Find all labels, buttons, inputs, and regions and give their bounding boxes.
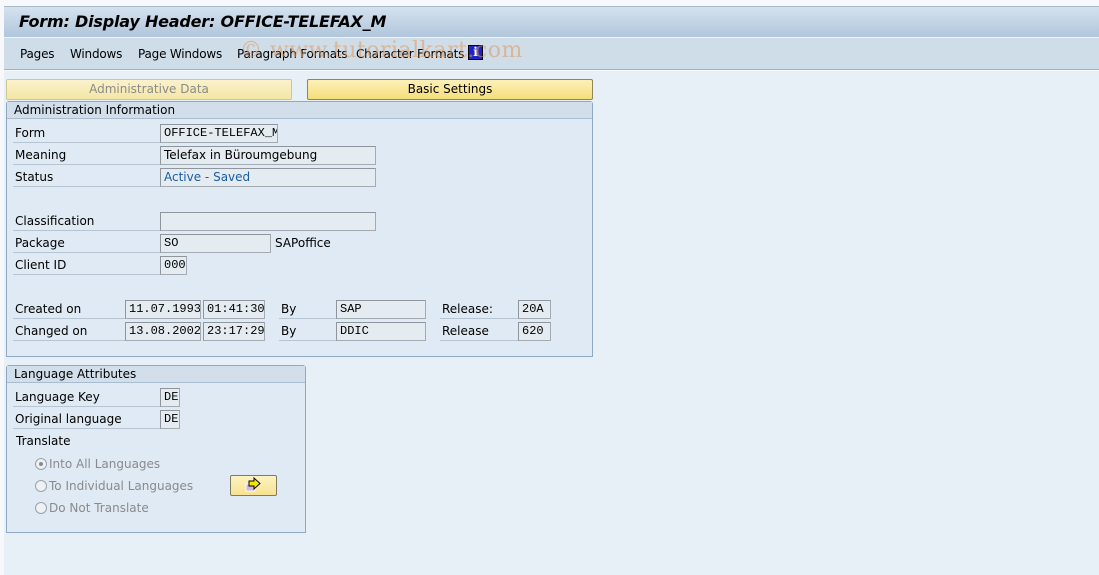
changed-by-field[interactable]: DDIC: [336, 322, 426, 341]
radio-label: Into All Languages: [49, 457, 161, 471]
radio-unselected-icon: [35, 480, 47, 492]
menu-page-windows[interactable]: Page Windows: [138, 47, 222, 61]
created-on-label: Created on: [13, 300, 125, 319]
translate-label: Translate: [16, 434, 71, 448]
tab-administrative-data[interactable]: Administrative Data: [6, 79, 292, 100]
window-title: Form: Display Header: OFFICE-TELEFAX_M: [19, 12, 387, 31]
changed-on-label: Changed on: [13, 322, 125, 341]
radio-label: To Individual Languages: [49, 479, 194, 493]
changed-date-field[interactable]: 13.08.2002: [125, 322, 201, 341]
client-id-label: Client ID: [13, 256, 161, 275]
radio-unselected-icon: [35, 502, 47, 514]
package-label: Package: [13, 234, 161, 253]
classification-label: Classification: [13, 212, 161, 231]
meaning-label: Meaning: [13, 146, 161, 165]
original-language-label: Original language: [13, 410, 161, 429]
classification-field[interactable]: [160, 212, 376, 231]
language-key-label: Language Key: [13, 388, 161, 407]
radio-label: Do Not Translate: [49, 501, 149, 515]
created-date-field[interactable]: 11.07.1993: [125, 300, 201, 319]
info-icon[interactable]: i: [468, 45, 483, 60]
package-description: SAPoffice: [275, 236, 331, 250]
individual-languages-button[interactable]: [230, 475, 277, 496]
changed-release-field[interactable]: 620: [518, 322, 551, 341]
application-toolbar: Pages Windows Page Windows Paragraph For…: [4, 37, 1099, 70]
menu-pages[interactable]: Pages: [20, 47, 55, 61]
meaning-field[interactable]: Telefax in Büroumgebung: [160, 146, 376, 165]
status-label: Status: [13, 168, 161, 187]
group-title: Language Attributes: [7, 366, 305, 383]
language-key-field[interactable]: DE: [160, 388, 180, 407]
radio-to-individual-languages[interactable]: To Individual Languages: [35, 477, 193, 495]
created-by-label: By: [279, 300, 337, 319]
arrow-right-icon: [245, 476, 261, 492]
administration-information-group: Administration Information Form OFFICE-T…: [6, 101, 593, 357]
radio-selected-icon: [35, 458, 47, 470]
tab-basic-settings[interactable]: Basic Settings: [307, 79, 593, 100]
created-release-label: Release:: [440, 300, 518, 319]
form-label: Form: [13, 124, 161, 143]
changed-time-field[interactable]: 23:17:29: [203, 322, 265, 341]
menu-character-formats[interactable]: Character Formats: [356, 47, 464, 61]
created-by-field[interactable]: SAP: [336, 300, 426, 319]
original-language-field[interactable]: DE: [160, 410, 180, 429]
radio-into-all-languages[interactable]: Into All Languages: [35, 455, 160, 473]
created-time-field[interactable]: 01:41:30: [203, 300, 265, 319]
created-release-field[interactable]: 20A: [518, 300, 551, 319]
package-field[interactable]: SO: [160, 234, 271, 253]
menu-paragraph-formats[interactable]: Paragraph Formats: [237, 47, 348, 61]
radio-do-not-translate[interactable]: Do Not Translate: [35, 499, 149, 517]
menu-windows[interactable]: Windows: [70, 47, 122, 61]
language-attributes-group: Language Attributes Language Key DE Orig…: [6, 365, 306, 533]
group-title: Administration Information: [7, 102, 592, 119]
status-field[interactable]: Active - Saved: [160, 168, 376, 187]
main-content: Administrative Data Basic Settings Admin…: [4, 71, 1099, 575]
form-field[interactable]: OFFICE-TELEFAX_M: [160, 124, 278, 143]
changed-release-label: Release: [440, 322, 518, 341]
client-id-field[interactable]: 000: [160, 256, 187, 275]
title-bar: Form: Display Header: OFFICE-TELEFAX_M: [4, 6, 1099, 37]
changed-by-label: By: [279, 322, 337, 341]
